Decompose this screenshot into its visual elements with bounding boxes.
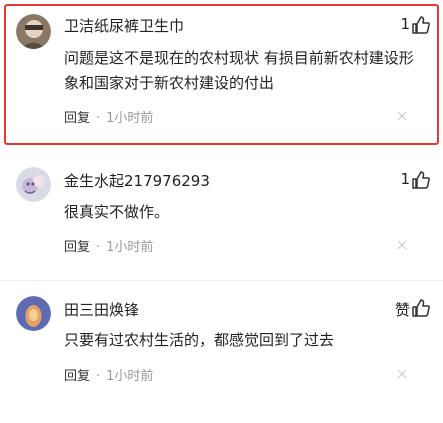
comment-username[interactable]: 金生水起217976293 [64,170,210,191]
close-icon[interactable] [397,369,407,379]
comment-time: 1小时前 [106,369,154,384]
comment-time: 1小时前 [106,111,154,126]
thumbs-up-icon[interactable] [411,15,431,35]
comment-meta: 回复 · 1小时前 [64,365,153,384]
comment-content: 很真实不做作。 [64,203,170,221]
comment-meta: 回复 · 1小时前 [64,236,153,255]
close-icon[interactable] [397,111,407,121]
user-avatar-icon[interactable] [16,14,51,49]
comment-item: 卫洁纸尿裤卫生巾 1 问题是这不是现在的农村现状 有损目前新农村建设形象和国家对… [0,0,443,149]
like-count: 1 [400,170,410,188]
thumbs-up-icon[interactable] [411,170,431,190]
reply-button[interactable]: 回复 [64,111,90,126]
divider [0,280,443,281]
comment-content: 只要有过农村生活的，都感觉回到了过去 [64,331,335,349]
comment-username[interactable]: 卫洁纸尿裤卫生巾 [64,15,184,36]
reply-button[interactable]: 回复 [64,369,90,384]
close-icon[interactable] [397,240,407,250]
thumbs-up-icon[interactable] [411,298,431,318]
user-avatar-icon[interactable] [16,296,51,331]
user-avatar-icon[interactable] [16,167,51,202]
like-count: 1 [400,15,410,33]
comment-item: 金生水起217976293 1 很真实不做作。 回复 · 1小时前 [0,160,443,280]
comment-item: 田三田焕锋 赞 只要有过农村生活的，都感觉回到了过去 回复 · 1小时前 [0,292,443,412]
comment-content: 问题是这不是现在的农村现状 有损目前新农村建设形象和国家对于新农村建设的付出 [64,49,414,92]
comment-meta: 回复 · 1小时前 [64,107,153,126]
like-label: 赞 [394,301,410,319]
meta-separator: · [96,111,101,126]
meta-separator: · [96,240,101,255]
meta-separator: · [96,369,101,384]
comment-time: 1小时前 [106,240,154,255]
reply-button[interactable]: 回复 [64,240,90,255]
comment-username[interactable]: 田三田焕锋 [64,299,139,320]
